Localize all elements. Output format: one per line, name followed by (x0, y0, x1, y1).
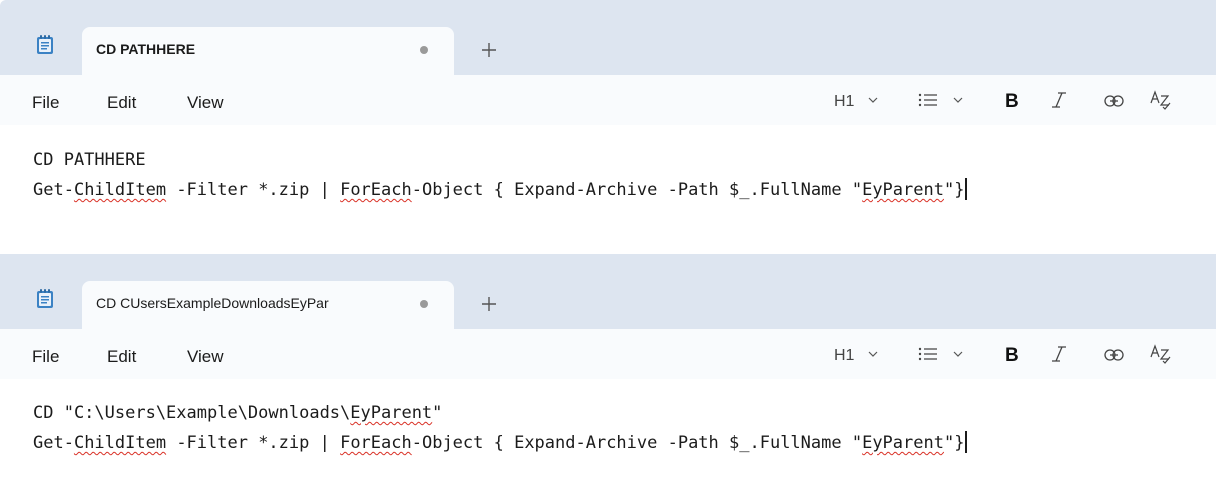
link-button[interactable] (1104, 344, 1128, 368)
screenshot: CD PATHHERE File Edit View H1 B CD PATHH… (0, 0, 1216, 497)
tab-title: CD PATHHERE (96, 41, 196, 57)
misspelled-word[interactable]: ChildItem (74, 180, 166, 200)
misspelled-word[interactable]: ForEach (340, 180, 412, 200)
link-button[interactable] (1104, 90, 1128, 114)
tab-title: CD CUsersExampleDownloadsEyPar (96, 295, 329, 311)
bulleted-list-icon (918, 347, 937, 361)
text-segment: -Object { Expand-Archive -Path $_.FullNa… (411, 180, 863, 200)
unsaved-dot-icon[interactable] (420, 46, 428, 54)
notepad-icon (37, 289, 53, 308)
notepad-icon (37, 35, 53, 54)
heading-dropdown[interactable]: H1 (834, 344, 888, 368)
menu-edit[interactable]: Edit (107, 347, 136, 367)
misspelled-word[interactable]: EyParent (862, 180, 944, 200)
misspelled-word[interactable]: EyParent (862, 433, 944, 453)
list-dropdown[interactable] (918, 90, 974, 114)
misspelled-word[interactable]: EyParent (350, 403, 432, 423)
notepad-window-2: CD CUsersExampleDownloadsEyPar File Edit… (0, 254, 1216, 497)
tab-active[interactable]: CD CUsersExampleDownloadsEyPar (82, 281, 454, 329)
tab-bar: CD PATHHERE (0, 0, 1216, 75)
text-segment: Get- (33, 433, 74, 453)
notepad-window-1: CD PATHHERE File Edit View H1 B CD PATHH… (0, 0, 1216, 244)
link-icon (1104, 349, 1124, 361)
chevron-down-icon (868, 97, 878, 103)
list-dropdown[interactable] (918, 344, 974, 368)
editor-line-1: CD "C:\Users\Example\Downloads\EyParent" (33, 403, 442, 423)
spellcheck-button[interactable] (1150, 90, 1176, 114)
heading-dropdown[interactable]: H1 (834, 90, 888, 114)
heading-label: H1 (834, 347, 855, 364)
unsaved-dot-icon[interactable] (420, 300, 428, 308)
italic-icon (1052, 92, 1066, 108)
editor-line-2: Get-ChildItem -Filter *.zip | ForEach-Ob… (33, 178, 968, 200)
menu-view[interactable]: View (187, 93, 224, 113)
bulleted-list-icon (918, 93, 937, 107)
text-segment: "} (943, 180, 965, 200)
italic-button[interactable] (1050, 344, 1072, 368)
menu-file[interactable]: File (32, 347, 59, 367)
editor-line-1: CD PATHHERE (33, 150, 146, 170)
menu-bar: File Edit View H1 B (0, 75, 1216, 125)
spellcheck-button[interactable] (1150, 344, 1176, 368)
bold-button[interactable]: B (1005, 90, 1027, 114)
text-segment: CD "C:\Users\Example\Downloads\ (33, 403, 351, 423)
text-segment: -Filter *.zip | (166, 180, 341, 200)
screenshot-separator (0, 244, 1216, 254)
chevron-down-icon (868, 351, 878, 357)
menu-bar: File Edit View H1 B (0, 329, 1216, 379)
plus-icon-glyph (482, 297, 496, 311)
editor-line-2: Get-ChildItem -Filter *.zip | ForEach-Ob… (33, 431, 968, 453)
text-segment: "} (943, 433, 965, 453)
italic-button[interactable] (1050, 90, 1072, 114)
plus-icon-glyph (482, 43, 496, 57)
bold-button[interactable]: B (1005, 344, 1027, 368)
spellcheck-icon (1150, 90, 1171, 110)
plus-icon[interactable] (477, 38, 501, 62)
text-segment: -Filter *.zip | (166, 433, 341, 453)
plus-icon[interactable] (477, 292, 501, 316)
spellcheck-icon (1150, 344, 1171, 364)
chevron-down-icon (954, 97, 963, 103)
misspelled-word[interactable]: ForEach (340, 433, 412, 453)
text-segment: Get- (33, 180, 74, 200)
text-segment: -Object { Expand-Archive -Path $_.FullNa… (411, 433, 863, 453)
tab-bar: CD CUsersExampleDownloadsEyPar (0, 254, 1216, 329)
menu-file[interactable]: File (32, 93, 59, 113)
italic-icon (1052, 346, 1066, 362)
tab-active[interactable]: CD PATHHERE (82, 27, 454, 75)
text-segment: " (432, 403, 443, 423)
text-caret (965, 178, 968, 200)
text-caret (965, 431, 968, 453)
misspelled-word[interactable]: ChildItem (74, 433, 166, 453)
menu-edit[interactable]: Edit (107, 93, 136, 113)
menu-view[interactable]: View (187, 347, 224, 367)
heading-label: H1 (834, 93, 855, 110)
chevron-down-icon (954, 351, 963, 357)
link-icon (1104, 95, 1124, 107)
